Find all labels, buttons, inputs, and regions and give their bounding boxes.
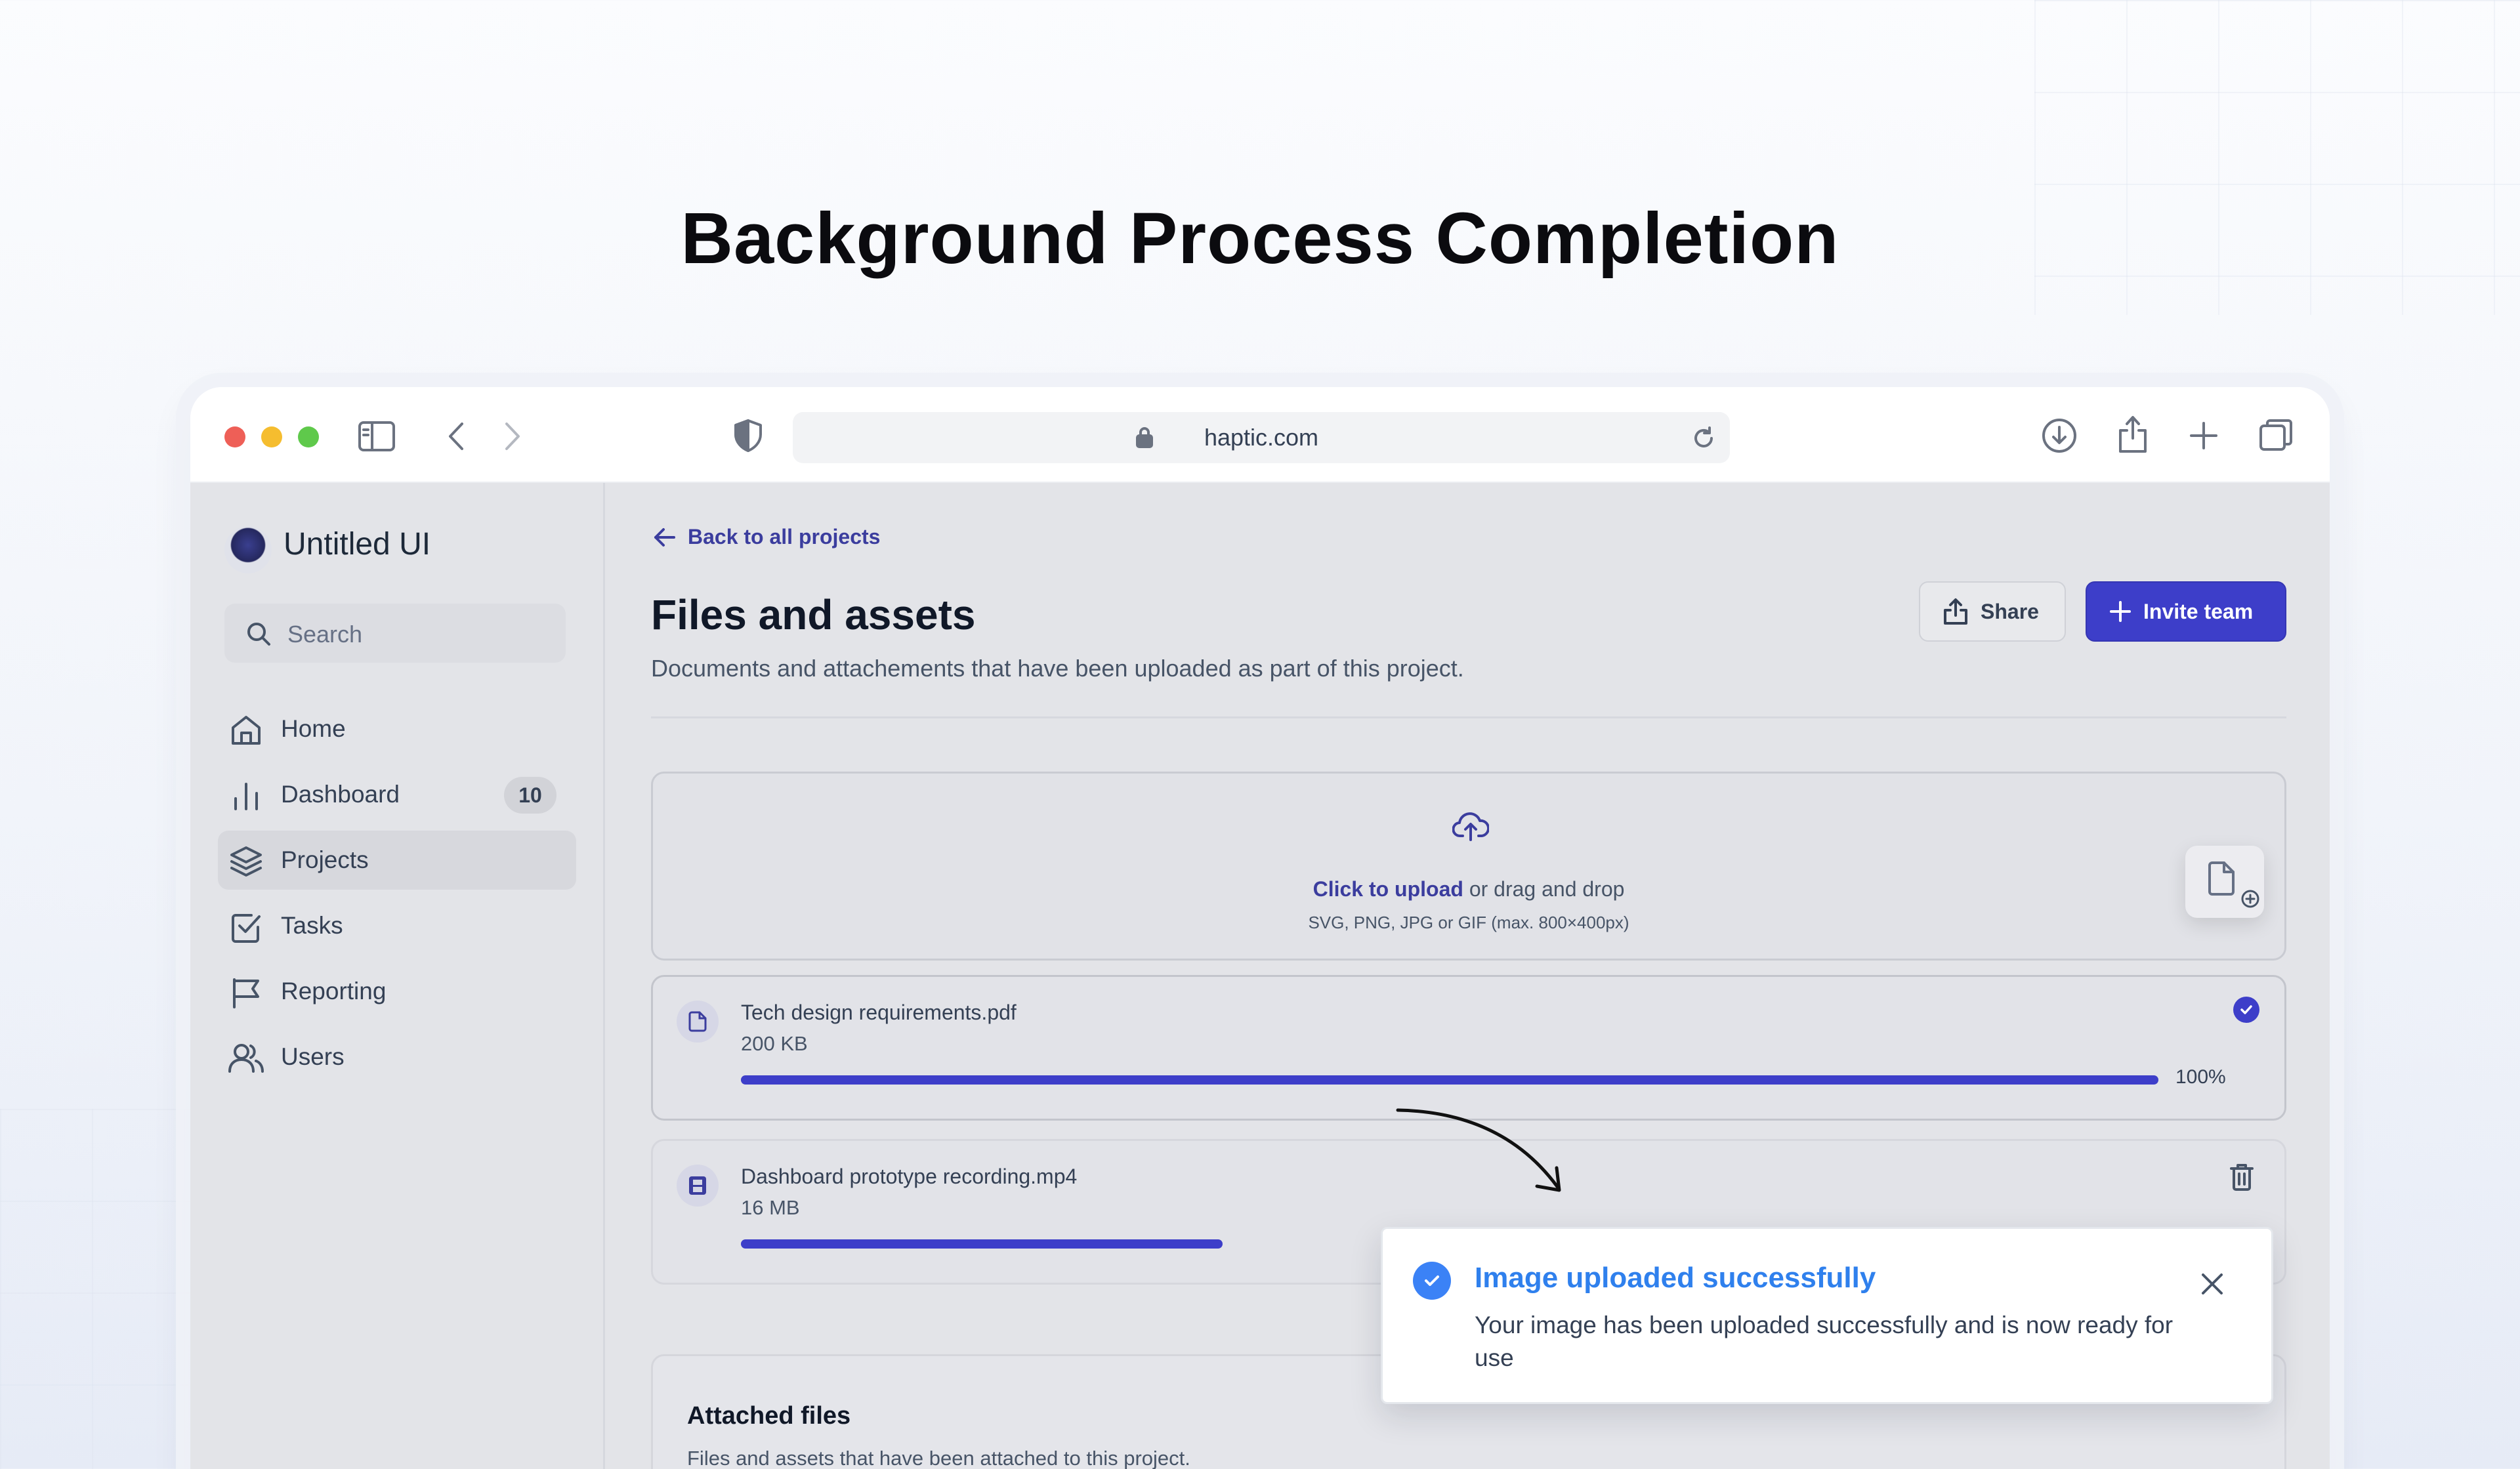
sidebar-item-tasks[interactable]: Tasks xyxy=(218,896,576,955)
page-title: Files and assets xyxy=(651,591,976,638)
address-bar[interactable]: haptic.com xyxy=(793,412,1730,463)
attached-files-title: Attached files xyxy=(687,1402,851,1430)
browser-toolbar: haptic.com xyxy=(190,387,2330,483)
sidebar-item-users[interactable]: Users xyxy=(218,1027,576,1086)
section-divider xyxy=(651,716,2286,718)
sidebar-item-label: Home xyxy=(281,715,346,742)
success-check-icon xyxy=(1413,1262,1451,1300)
file-name: Dashboard prototype recording.mp4 xyxy=(741,1165,1078,1188)
back-arrow-icon[interactable] xyxy=(440,419,472,454)
share-icon[interactable] xyxy=(2113,413,2152,455)
sidebar-item-label: Tasks xyxy=(281,912,343,939)
sidebar-item-label: Reporting xyxy=(281,978,387,1004)
forward-arrow-icon[interactable] xyxy=(496,419,529,454)
download-icon[interactable] xyxy=(2040,416,2079,455)
check-square-icon xyxy=(228,909,264,945)
progress-bar xyxy=(741,1075,2158,1085)
plus-icon xyxy=(2109,600,2132,623)
toast-title: Image uploaded successfully xyxy=(1475,1262,1876,1294)
sidebar-item-dashboard[interactable]: Dashboard 10 xyxy=(218,765,576,824)
window-close-button[interactable] xyxy=(224,426,245,447)
attached-files-subtitle: Files and assets that have been attached… xyxy=(687,1447,1190,1469)
upload-complete-check-icon xyxy=(2233,997,2259,1023)
upload-instructions: Click to upload or drag and drop xyxy=(653,877,2284,901)
search-placeholder: Search xyxy=(287,621,363,648)
invite-team-label: Invite team xyxy=(2143,599,2254,623)
page-headline: Background Process Completion xyxy=(681,198,1839,279)
share-button[interactable]: Share xyxy=(1919,581,2066,642)
video-file-icon xyxy=(677,1165,719,1207)
share-button-label: Share xyxy=(1981,599,2039,623)
home-icon xyxy=(228,713,264,748)
background-grid-bottom-left xyxy=(0,1109,217,1469)
document-icon xyxy=(2205,860,2238,897)
cloud-upload-icon xyxy=(1451,806,1490,846)
url-text: haptic.com xyxy=(1204,424,1319,451)
copy-cursor-icon xyxy=(2239,888,2261,910)
file-upload-dropzone[interactable]: Click to upload or drag and drop SVG, PN… xyxy=(651,772,2286,961)
sidebar-item-label: Dashboard xyxy=(281,781,400,808)
upload-format-hint: SVG, PNG, JPG or GIF (max. 800×400px) xyxy=(1308,913,1629,932)
flag-icon xyxy=(228,975,264,1010)
sidebar-toggle-icon[interactable] xyxy=(357,419,396,454)
window-minimize-button[interactable] xyxy=(261,426,282,447)
layers-icon xyxy=(228,844,264,879)
file-size: 16 MB xyxy=(741,1196,800,1219)
bar-chart-icon xyxy=(228,778,264,814)
invite-team-button[interactable]: Invite team xyxy=(2086,581,2286,642)
sidebar-item-label: Projects xyxy=(281,846,369,873)
dashboard-count-badge: 10 xyxy=(504,777,556,814)
click-to-upload-link[interactable]: Click to upload xyxy=(1313,877,1463,901)
back-to-projects-link[interactable]: Back to all projects xyxy=(688,525,880,549)
sidebar-item-label: Users xyxy=(281,1043,345,1070)
drag-drop-text: or drag and drop xyxy=(1463,877,1625,901)
progress-bar-fill xyxy=(741,1075,2158,1085)
shield-icon[interactable] xyxy=(730,417,766,454)
toast-message: Your image has been uploaded successfull… xyxy=(1475,1312,2174,1371)
tabs-overview-icon[interactable] xyxy=(2256,416,2296,455)
window-maximize-button[interactable] xyxy=(298,426,319,447)
new-tab-plus-icon[interactable] xyxy=(2185,417,2222,454)
sidebar: Untitled UI Search Home Dashboard 10 Pro… xyxy=(190,483,605,1469)
file-size: 200 KB xyxy=(741,1032,808,1055)
progress-bar-fill xyxy=(741,1239,1223,1249)
users-icon xyxy=(228,1041,264,1076)
success-toast: Image uploaded successfully Your image h… xyxy=(1381,1227,2273,1404)
file-upload-item: Tech design requirements.pdf 200 KB 100% xyxy=(651,975,2286,1121)
close-icon[interactable] xyxy=(2196,1268,2228,1300)
brand-name: Untitled UI xyxy=(284,527,431,562)
sidebar-item-home[interactable]: Home xyxy=(218,699,576,758)
annotation-arrow-icon xyxy=(1396,1108,1561,1192)
search-icon xyxy=(244,619,273,648)
trash-icon[interactable] xyxy=(2227,1161,2257,1192)
search-input[interactable]: Search xyxy=(224,604,566,663)
reload-icon[interactable] xyxy=(1689,424,1718,453)
sidebar-item-projects[interactable]: Projects xyxy=(218,831,576,890)
sidebar-item-reporting[interactable]: Reporting xyxy=(218,962,576,1021)
upload-share-icon xyxy=(1942,597,1969,626)
page-subtitle: Documents and attachements that have bee… xyxy=(651,655,1464,682)
arrow-left-icon[interactable] xyxy=(651,524,679,551)
brand-logo xyxy=(224,526,272,573)
progress-percentage: 100% xyxy=(2175,1066,2226,1088)
file-name: Tech design requirements.pdf xyxy=(741,1001,1017,1024)
dragging-file-preview xyxy=(2185,846,2264,918)
file-icon xyxy=(677,1001,719,1043)
